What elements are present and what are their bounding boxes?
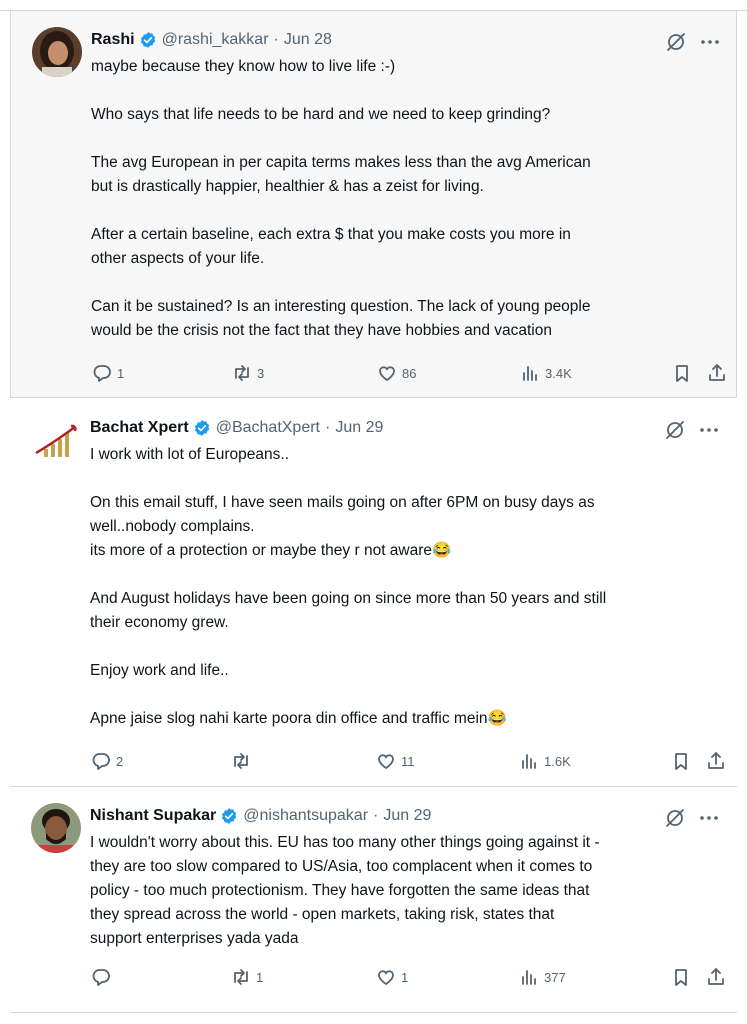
tweet-text: maybe because they know how to live life… [91, 55, 721, 343]
repost-button[interactable]: 3 [231, 360, 264, 386]
repost-count: 1 [256, 969, 264, 985]
tweet-line [90, 563, 720, 587]
tweet-text: I work with lot of Europeans.. On this e… [90, 443, 720, 731]
tweet-actions: 1 1 377 [90, 964, 730, 990]
share-icon[interactable] [706, 362, 728, 384]
tweet-line [91, 199, 721, 223]
verified-badge-icon [220, 807, 238, 825]
heart-icon [378, 970, 394, 985]
repost-count: 3 [257, 365, 265, 381]
views-button[interactable]: 3.4K [519, 360, 572, 386]
like-button[interactable]: 86 [376, 360, 416, 386]
repost-icon [235, 365, 249, 381]
tweet-text: I wouldn't worry about this. EU has too … [90, 831, 720, 951]
tweet-actions: 2 11 1.6K [90, 748, 730, 774]
bookmark-icon[interactable] [670, 750, 692, 772]
reply-icon [93, 365, 111, 382]
view-count: 1.6K [544, 753, 571, 769]
more-options-icon[interactable] [697, 31, 723, 53]
tweet-line [90, 467, 720, 491]
more-options-icon[interactable] [696, 419, 722, 441]
analytics-icon [522, 970, 536, 985]
like-count: 11 [401, 753, 415, 769]
separator-dot: · [273, 31, 279, 48]
tweet-line [90, 635, 720, 659]
tweet-rashi[interactable]: Rashi @rashi_kakkar · Jun 28 maybe becau… [10, 11, 737, 398]
next-tweet-edge [10, 1013, 737, 1024]
like-button[interactable]: 1 [375, 964, 408, 990]
like-count: 1 [401, 969, 409, 985]
tweet-header: Nishant Supakar @nishantsupakar · Jun 29 [90, 804, 431, 828]
like-count: 86 [402, 365, 417, 381]
views-button[interactable]: 1.6K [518, 748, 571, 774]
view-count: 377 [544, 969, 566, 985]
reply-button[interactable] [90, 964, 116, 990]
share-icon[interactable] [705, 966, 727, 988]
feed-top-edge [0, 0, 747, 11]
repost-icon [234, 969, 248, 985]
user-handle[interactable]: @nishantsupakar [243, 807, 368, 825]
tweet-line: Who says that life needs to be hard and … [91, 106, 551, 123]
reply-icon [92, 969, 110, 986]
tweet-date[interactable]: Jun 29 [383, 807, 431, 825]
tweet-date[interactable]: Jun 28 [284, 31, 332, 49]
user-handle[interactable]: @BachatXpert [216, 419, 320, 437]
display-name[interactable]: Rashi [91, 31, 135, 49]
tweet-line [90, 683, 720, 707]
verified-badge-icon [193, 419, 211, 437]
separator-dot: · [325, 419, 331, 436]
analytics-icon [522, 754, 536, 769]
bookmark-icon[interactable] [670, 966, 692, 988]
tweet-line: The avg European in per capita terms mak… [91, 154, 591, 195]
more-options-icon[interactable] [696, 807, 722, 829]
reply-count: 1 [117, 365, 125, 381]
tweet-line [91, 127, 721, 151]
tweet-line [91, 79, 721, 103]
tweet-nishant-supakar[interactable]: Nishant Supakar @nishantsupakar · Jun 29… [10, 787, 737, 1013]
grok-icon[interactable] [664, 419, 686, 441]
tweet-line: I work with lot of Europeans.. [90, 446, 290, 463]
avatar[interactable] [31, 803, 81, 853]
repost-icon [234, 753, 248, 769]
tweet-date[interactable]: Jun 29 [335, 419, 383, 437]
user-handle[interactable]: @rashi_kakkar [162, 31, 269, 49]
repost-button[interactable] [230, 748, 256, 774]
tweet-line: Can it be sustained? Is an interesting q… [91, 298, 591, 339]
avatar[interactable] [31, 417, 81, 467]
views-button[interactable]: 377 [518, 964, 566, 990]
share-icon[interactable] [705, 750, 727, 772]
grok-icon[interactable] [665, 31, 687, 53]
repost-button[interactable]: 1 [230, 964, 263, 990]
separator-dot: · [373, 807, 379, 824]
reply-count: 2 [116, 753, 124, 769]
tweet-actions: 1 3 86 3.4K [91, 360, 731, 386]
reply-icon [92, 753, 110, 770]
tweet-line: On this email stuff, I have seen mails g… [90, 494, 595, 559]
analytics-icon [523, 366, 537, 381]
display-name[interactable]: Nishant Supakar [90, 807, 216, 825]
view-count: 3.4K [545, 365, 572, 381]
tweet-line: Enjoy work and life.. [90, 662, 229, 679]
tweet-line: After a certain baseline, each extra $ t… [91, 226, 571, 267]
tweet-line: And August holidays have been going on s… [90, 590, 607, 631]
tweet-line: Apne jaise slog nahi karte poora din off… [90, 710, 507, 727]
tweet-line [91, 271, 721, 295]
bookmark-icon[interactable] [671, 362, 693, 384]
reply-button[interactable]: 2 [90, 748, 123, 774]
verified-badge-icon [139, 31, 157, 49]
grok-icon[interactable] [664, 807, 686, 829]
tweet-line: maybe because they know how to live life… [91, 58, 396, 75]
tweet-header: Bachat Xpert @BachatXpert · Jun 29 [90, 416, 383, 440]
avatar[interactable] [32, 27, 82, 77]
tweet-bachat-xpert[interactable]: Bachat Xpert @BachatXpert · Jun 29 I wor… [10, 399, 737, 787]
heart-icon [378, 754, 394, 769]
tweet-header: Rashi @rashi_kakkar · Jun 28 [91, 28, 332, 52]
like-button[interactable]: 11 [375, 748, 415, 774]
reply-button[interactable]: 1 [91, 360, 124, 386]
tweet-line: I wouldn't worry about this. EU has too … [90, 834, 600, 947]
heart-icon [379, 366, 395, 381]
display-name[interactable]: Bachat Xpert [90, 419, 189, 437]
